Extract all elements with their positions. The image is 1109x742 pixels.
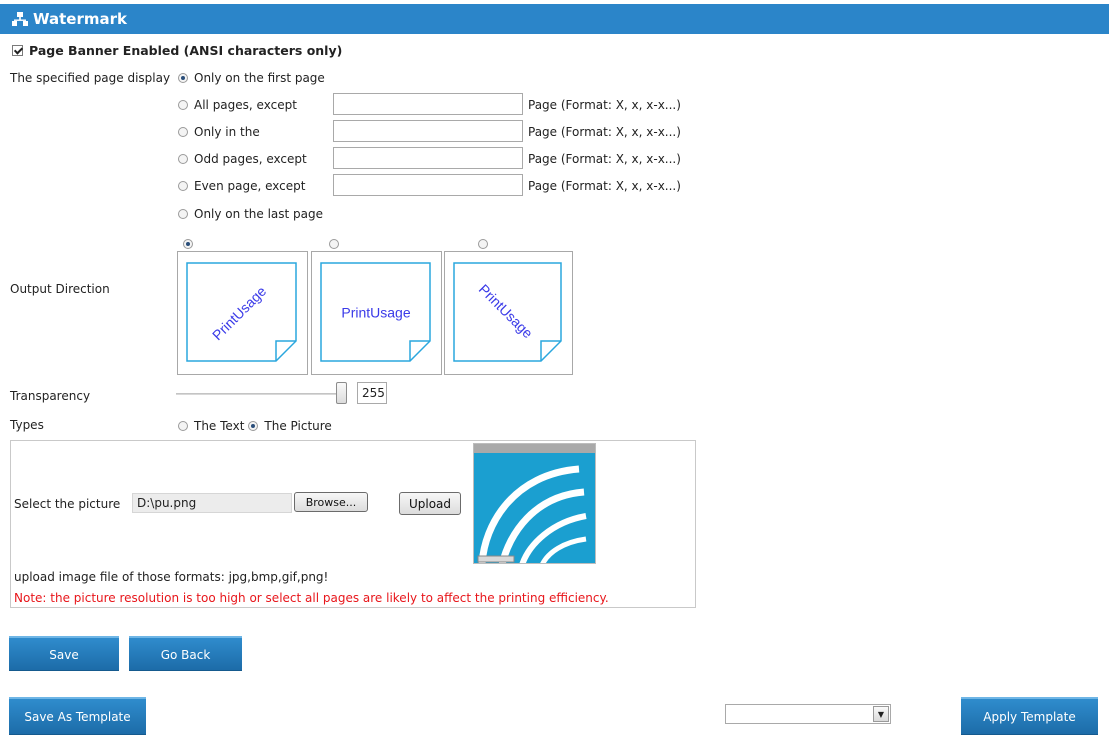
odd-except-pages-input[interactable] bbox=[333, 147, 523, 169]
upload-button[interactable]: Upload bbox=[399, 492, 461, 515]
picture-file-input[interactable]: D:\pu.png bbox=[132, 493, 292, 513]
upload-formats-text: upload image file of those formats: jpg,… bbox=[14, 570, 329, 584]
page-preview-icon: PrintUsage bbox=[453, 262, 562, 362]
types-options: The Text The Picture bbox=[178, 419, 332, 433]
type-picture-radio[interactable] bbox=[248, 421, 259, 431]
transparency-value[interactable]: 255 bbox=[357, 382, 387, 404]
page-option-odd-except-radio[interactable] bbox=[178, 154, 188, 164]
transparency-slider-track[interactable] bbox=[176, 393, 347, 395]
save-button[interactable]: Save bbox=[9, 636, 119, 671]
template-select[interactable]: ▼ bbox=[725, 704, 891, 724]
page-option-only-in[interactable]: Only in the bbox=[178, 125, 260, 139]
type-picture-label: The Picture bbox=[264, 419, 332, 433]
banner-enabled-checkbox[interactable] bbox=[12, 45, 23, 56]
only-in-pages-input[interactable] bbox=[333, 120, 523, 142]
select-picture-label: Select the picture bbox=[14, 497, 121, 511]
section-header: Watermark bbox=[0, 4, 1109, 34]
page-option-last-radio[interactable] bbox=[178, 209, 188, 219]
type-text-radio[interactable] bbox=[178, 421, 188, 431]
page-option-first-label: Only on the first page bbox=[194, 71, 325, 85]
transparency-slider-thumb[interactable] bbox=[336, 382, 347, 404]
page-display-label: The specified page display bbox=[10, 71, 171, 85]
page-option-odd-except-label: Odd pages, except bbox=[194, 152, 307, 166]
banner-enabled-row: Page Banner Enabled (ANSI characters onl… bbox=[12, 43, 342, 58]
browse-button[interactable]: Browse... bbox=[294, 492, 368, 512]
even-except-pages-input[interactable] bbox=[333, 174, 523, 196]
direction-diagonal-down-radio[interactable] bbox=[477, 238, 488, 249]
direction-diagonal-up-radio[interactable] bbox=[183, 238, 193, 249]
page-preview-icon: PrintUsage bbox=[320, 262, 431, 362]
page-option-even-except-label: Even page, except bbox=[194, 179, 306, 193]
page-option-all-except-label: All pages, except bbox=[194, 98, 297, 112]
only-in-format-hint: Page (Format: X, x, x-x...) bbox=[528, 125, 681, 139]
direction-horizontal-radio[interactable] bbox=[328, 238, 339, 249]
type-text-label: The Text bbox=[194, 419, 245, 433]
page-option-first-radio[interactable] bbox=[178, 73, 188, 83]
output-direction-label: Output Direction bbox=[10, 282, 110, 296]
direction-option-diagonal-down[interactable]: PrintUsage bbox=[444, 251, 573, 375]
dropdown-arrow-icon[interactable]: ▼ bbox=[873, 706, 889, 722]
banner-enabled-label: Page Banner Enabled (ANSI characters onl… bbox=[29, 43, 343, 58]
direction-sample-text: PrintUsage bbox=[341, 305, 410, 321]
types-label: Types bbox=[10, 418, 44, 432]
page-option-odd-except[interactable]: Odd pages, except bbox=[178, 152, 307, 166]
all-except-pages-input[interactable] bbox=[333, 93, 523, 115]
apply-template-button[interactable]: Apply Template bbox=[961, 697, 1098, 735]
upload-note-text: Note: the picture resolution is too high… bbox=[14, 591, 609, 605]
even-except-format-hint: Page (Format: X, x, x-x...) bbox=[528, 179, 681, 193]
direction-option-diagonal-up[interactable]: PrintUsage bbox=[177, 251, 308, 375]
page-option-last[interactable]: Only on the last page bbox=[178, 207, 323, 221]
odd-except-format-hint: Page (Format: X, x, x-x...) bbox=[528, 152, 681, 166]
direction-option-horizontal[interactable]: PrintUsage bbox=[311, 251, 442, 375]
uploaded-image-icon bbox=[474, 444, 595, 563]
page-option-even-except-radio[interactable] bbox=[178, 181, 188, 191]
page-preview-icon: PrintUsage bbox=[186, 262, 297, 362]
transparency-label: Transparency bbox=[10, 389, 91, 403]
network-icon bbox=[12, 12, 28, 26]
page-option-last-label: Only on the last page bbox=[194, 207, 323, 221]
page-option-first[interactable]: Only on the first page bbox=[178, 71, 325, 85]
picture-preview bbox=[473, 443, 596, 564]
page-option-only-in-radio[interactable] bbox=[178, 127, 188, 137]
page-option-all-except-radio[interactable] bbox=[178, 100, 188, 110]
section-title: Watermark bbox=[33, 10, 127, 28]
page-option-only-in-label: Only in the bbox=[194, 125, 260, 139]
go-back-button[interactable]: Go Back bbox=[129, 636, 242, 671]
page-option-even-except[interactable]: Even page, except bbox=[178, 179, 305, 193]
all-except-format-hint: Page (Format: X, x, x-x...) bbox=[528, 98, 681, 112]
save-as-template-button[interactable]: Save As Template bbox=[9, 697, 146, 735]
page-option-all-except[interactable]: All pages, except bbox=[178, 98, 297, 112]
